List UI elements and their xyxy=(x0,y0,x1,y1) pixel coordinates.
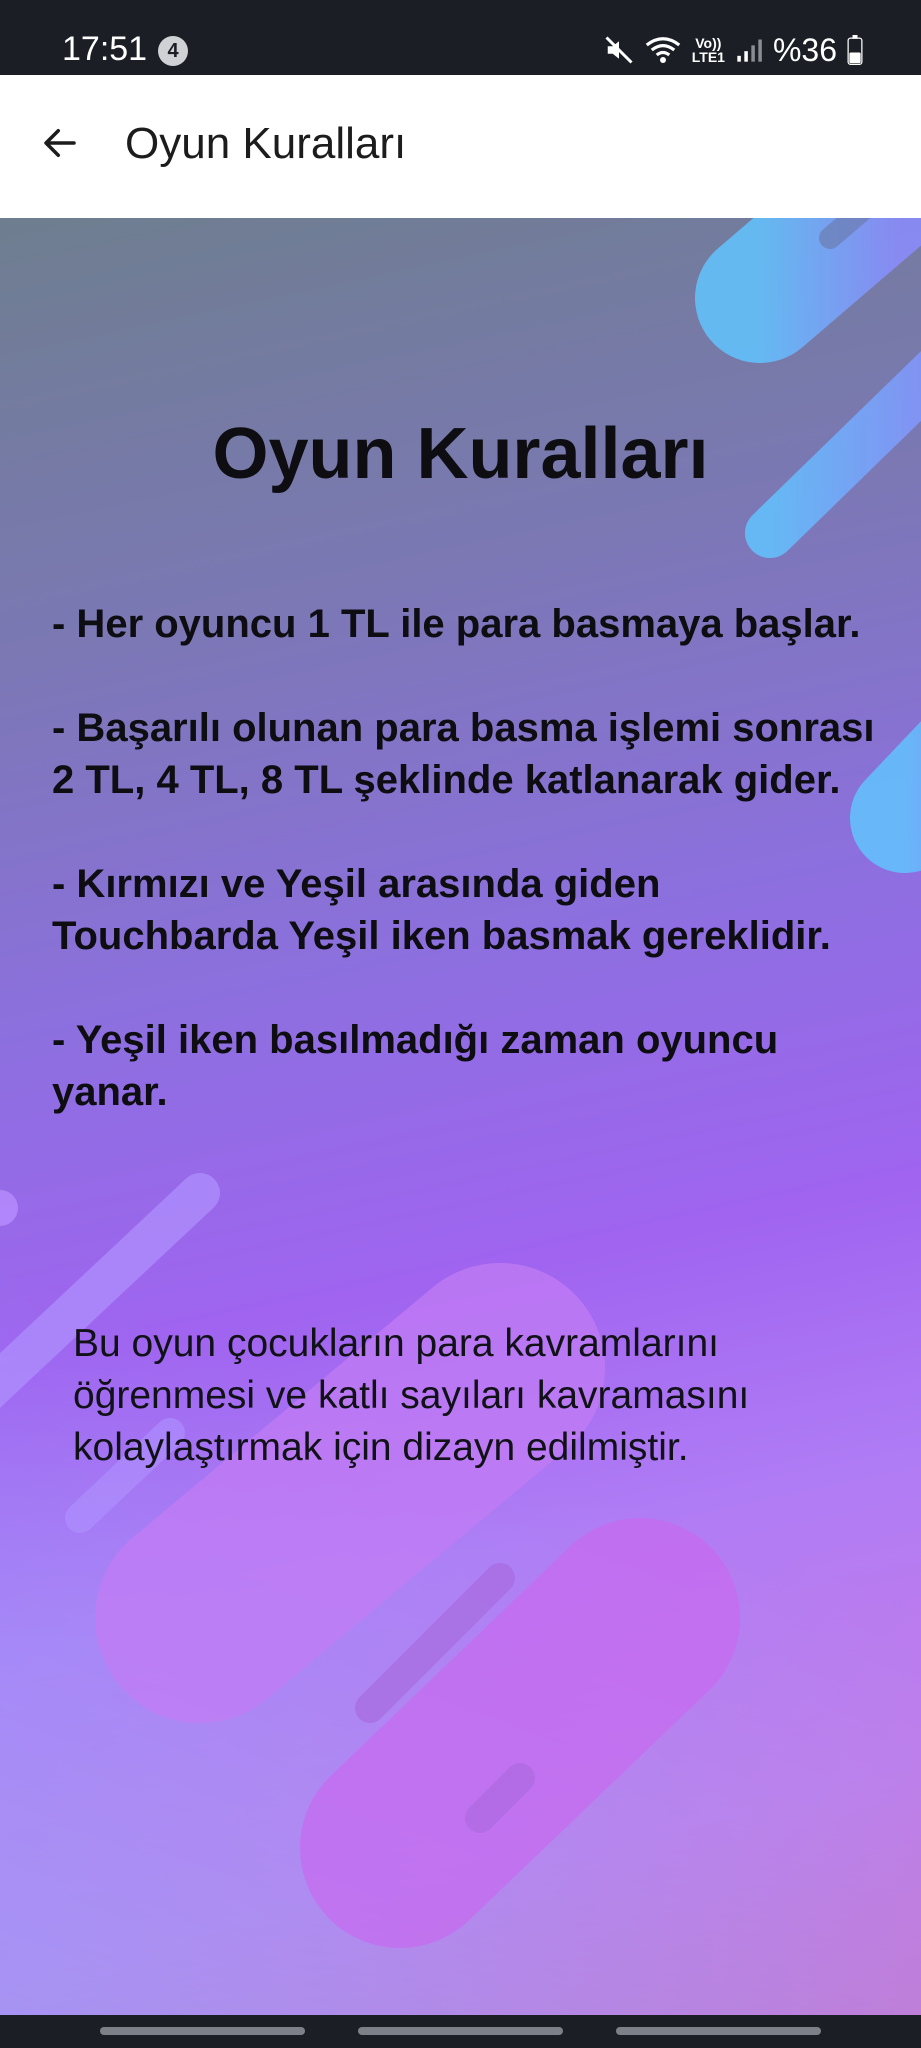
app-bar: Oyun Kuralları xyxy=(0,75,921,218)
mute-icon xyxy=(604,35,634,65)
arrow-left-icon xyxy=(39,122,81,168)
navigation-bar xyxy=(0,2015,921,2048)
notification-badge: 4 xyxy=(158,36,188,66)
nav-back-button[interactable] xyxy=(616,2027,821,2035)
nav-recent-apps-button[interactable] xyxy=(100,2027,305,2035)
status-time: 17:51 xyxy=(62,30,148,68)
rule-item-2: - Başarılı olunan para basma işlemi sonr… xyxy=(52,706,886,802)
battery-percentage: %36 xyxy=(772,31,837,68)
rules-heading: Oyun Kuralları xyxy=(212,414,709,494)
rule-item-3: - Kırmızı ve Yeşil arasında giden Touchb… xyxy=(52,862,831,958)
rule-item-4: - Yeşil iken basılmadığı zaman oyuncu ya… xyxy=(52,1018,790,1114)
rules-content[interactable]: Oyun Kuralları - Her oyuncu 1 TL ile par… xyxy=(0,218,921,2015)
signal-icon xyxy=(735,36,763,64)
back-button[interactable] xyxy=(30,115,90,175)
rules-list: - Her oyuncu 1 TL ile para basmaya başla… xyxy=(52,598,892,1170)
battery-icon xyxy=(847,35,863,65)
status-icons: Vo)) LTE1 %36 xyxy=(604,30,863,70)
app-bar-title: Oyun Kuralları xyxy=(125,119,407,168)
lte-icon: Vo)) LTE1 xyxy=(691,35,725,65)
wifi-icon xyxy=(644,35,682,65)
rule-item-1: - Her oyuncu 1 TL ile para basmaya başla… xyxy=(52,602,861,646)
nav-home-button[interactable] xyxy=(358,2027,563,2035)
about-text: Bu oyun çocukların para kavramlarını öğr… xyxy=(73,1322,750,1469)
status-bar: 17:51 4 Vo)) LTE1 %36 xyxy=(0,0,921,75)
